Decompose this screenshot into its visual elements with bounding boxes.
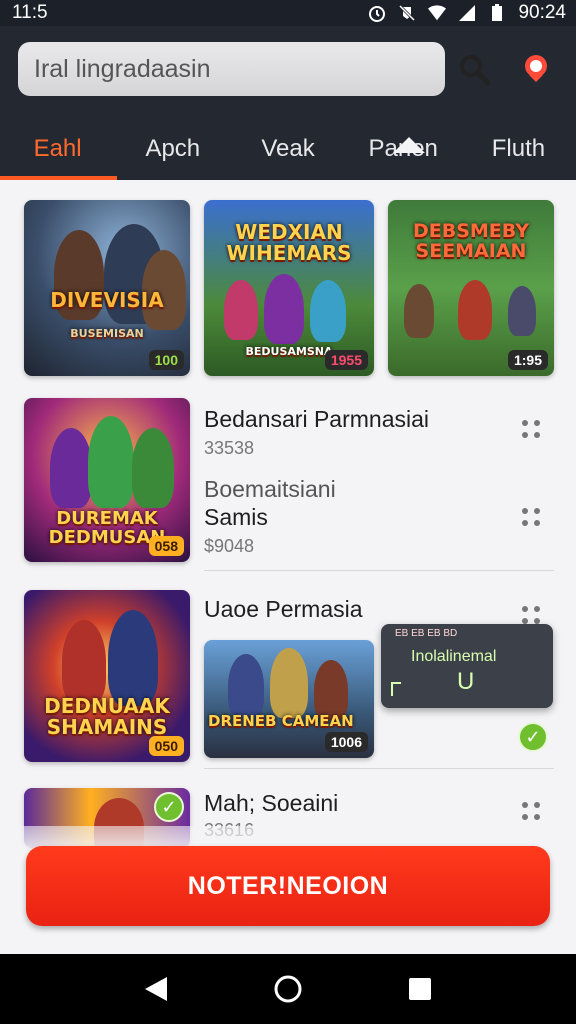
tab-indicator-notch (393, 137, 425, 153)
featured-card-3-badge: 1:95 (507, 350, 548, 370)
list-item-1-badge: 058 (148, 536, 184, 556)
featured-card-1-badge: 100 (148, 350, 184, 370)
status-clock: 90:24 (518, 2, 566, 23)
featured-card-2-badge: 1955 (324, 350, 368, 370)
search-icon (460, 55, 491, 86)
alarm-icon (368, 4, 386, 22)
tab-apch[interactable]: Apch (115, 118, 230, 180)
search-input[interactable]: Iral lingradaasin (18, 42, 445, 96)
signal-icon (458, 4, 476, 22)
home-icon (274, 975, 302, 1003)
recents-button[interactable] (390, 959, 450, 1019)
notification-button[interactable] (512, 46, 560, 92)
list-item-2-preview-badge: 1006 (324, 732, 368, 752)
wifi-icon (428, 4, 447, 22)
notification-icon (525, 55, 547, 82)
preview-popup[interactable]: EB EB EB BD Inolalinemal U (381, 624, 553, 708)
list-item-1-title: Bedansari Parmnasiai (204, 406, 430, 432)
app-header: Iral lingradaasin Eahl Apch Veak Panen F… (0, 26, 576, 180)
list-item-1-subtitle: 33538 (204, 438, 255, 458)
status-bar: 11:5 90:24 (0, 0, 576, 26)
mute-icon (398, 4, 416, 22)
list-item-3-check-icon: ✓ (154, 792, 184, 822)
battery-icon (488, 4, 506, 22)
featured-card-1-title: DIVEVISIA (50, 288, 164, 312)
featured-card-2[interactable]: WEDXIAN WIHEMARS BEDUSAMSNA 1955 (204, 200, 374, 376)
featured-card-3-title: DEBSMEBY SEEMAIAN (412, 220, 529, 262)
tab-eahl[interactable]: Eahl (0, 118, 118, 180)
list-item-1-options-button[interactable] (522, 508, 544, 530)
list-item-1-secondary-title: Boemaitsiani (204, 476, 336, 502)
search-button[interactable] (452, 50, 498, 90)
featured-card-2-title: WEDXIAN WIHEMARS (226, 220, 352, 265)
featured-card-1[interactable]: DIVEVISIA BUSEMISAN 100 (24, 200, 190, 376)
list-item-1-more-button[interactable] (522, 420, 544, 442)
recents-icon (409, 978, 431, 1000)
preview-popup-title: Inolalinemal (411, 648, 497, 665)
list-item-1-price: $9048 (204, 536, 255, 556)
list-item-2-preview[interactable]: DRENEB CAMEAN 1006 (204, 640, 374, 758)
tab-fluth[interactable]: Fluth (461, 118, 576, 180)
game-list: DIVEVISIA BUSEMISAN 100 WEDXIAN WIHEMARS… (0, 180, 576, 954)
list-divider (204, 570, 554, 571)
list-item-2-thumb-title: DEDNUAAK SHAMAINS (44, 694, 170, 739)
list-item-3-title: Mah; Soeaini (204, 790, 339, 816)
system-nav-bar (0, 954, 576, 1024)
list-item-2-title: Uaoe Permasia (204, 596, 363, 622)
list-divider (204, 768, 554, 769)
tab-veak[interactable]: Veak (230, 118, 345, 180)
list-item-2-preview-title: DRENEB CAMEAN (208, 712, 354, 730)
status-time: 11:5 (12, 2, 48, 23)
list-item-1-thumbnail[interactable]: DUREMAK DEDMUSAN 058 (24, 398, 190, 562)
primary-cta-button[interactable]: NOTER!NEOION (26, 846, 550, 926)
category-tabs: Eahl Apch Veak Panen Fluth (0, 118, 576, 180)
featured-card-1-subtitle: BUSEMISAN (70, 327, 144, 340)
list-item-2-check-icon: ✓ (518, 722, 548, 752)
list-item-2-thumbnail[interactable]: DEDNUAAK SHAMAINS 050 (24, 590, 190, 762)
home-button[interactable] (258, 959, 318, 1019)
list-item-1-tertiary-title: Samis (204, 504, 268, 530)
status-icons: 90:24 (368, 2, 566, 24)
preview-popup-mark: U (457, 668, 475, 695)
preview-popup-flag-icon (391, 682, 401, 696)
featured-card-3[interactable]: DEBSMEBY SEEMAIAN 1:95 (388, 200, 554, 376)
list-item-2-badge: 050 (148, 736, 184, 756)
back-icon (145, 977, 167, 1001)
preview-popup-codes: EB EB EB BD (395, 628, 458, 639)
list-item-3-more-button[interactable] (522, 802, 544, 824)
back-button[interactable] (126, 959, 186, 1019)
